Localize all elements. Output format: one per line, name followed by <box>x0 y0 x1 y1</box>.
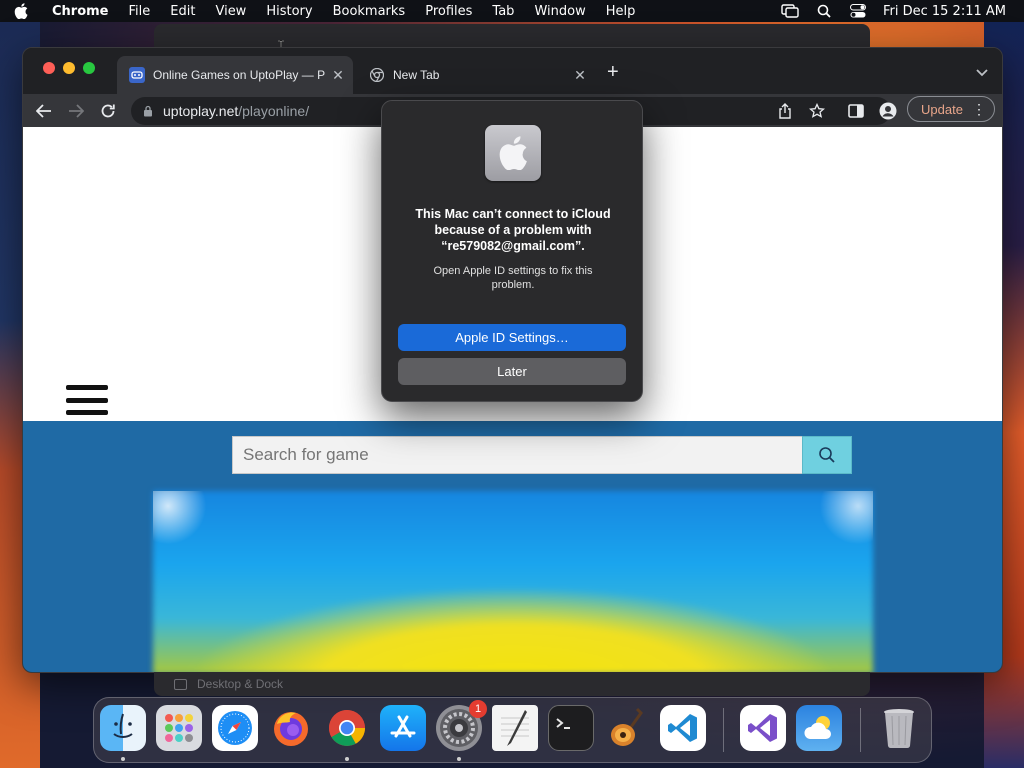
forward-button[interactable] <box>67 102 85 120</box>
textedit-icon[interactable] <box>492 705 538 751</box>
menu-app-name[interactable]: Chrome <box>52 4 109 19</box>
apple-logo-icon <box>485 125 541 181</box>
new-tab-button[interactable]: + <box>607 62 619 82</box>
safari-icon[interactable] <box>212 705 258 751</box>
launchpad-icon[interactable] <box>156 705 202 751</box>
profile-avatar-icon[interactable] <box>879 102 897 120</box>
running-indicator <box>457 757 461 761</box>
share-icon[interactable] <box>776 102 794 120</box>
weather-icon[interactable] <box>796 705 842 751</box>
bookmark-star-icon[interactable] <box>808 102 826 120</box>
background-settings-window: Desktop & Dock <box>154 672 870 696</box>
finder-icon[interactable] <box>100 705 146 751</box>
tab-strip: Online Games on UptoPlay — P ✕ New Tab ✕… <box>23 48 1002 94</box>
menu-edit[interactable]: Edit <box>170 4 195 19</box>
update-button[interactable]: Update ⋮ <box>907 96 995 122</box>
reload-button[interactable] <box>99 102 117 120</box>
dialog-message: Open Apple ID settings to fix this probl… <box>433 265 593 291</box>
dialog-title: This Mac can’t connect to iCloud because… <box>415 207 611 253</box>
running-indicator <box>345 757 349 761</box>
update-label: Update <box>921 101 963 117</box>
game-banner-image[interactable] <box>153 491 873 672</box>
search-icon <box>818 446 836 464</box>
close-tab-icon[interactable]: ✕ <box>329 67 347 84</box>
apple-id-settings-button[interactable]: Apple ID Settings… <box>398 324 626 351</box>
lock-icon[interactable] <box>143 105 153 117</box>
firefox-icon[interactable] <box>268 705 314 751</box>
tab-title: New Tab <box>393 68 440 82</box>
tab-new-tab[interactable]: New Tab ✕ <box>357 56 595 94</box>
search-button[interactable] <box>802 436 852 474</box>
sidebar-item-desktop-dock: Desktop & Dock <box>197 677 284 691</box>
menu-bar: Chrome File Edit View History Bookmarks … <box>0 0 1024 22</box>
terminal-icon[interactable] <box>548 705 594 751</box>
icloud-alert-dialog: This Mac can’t connect to iCloud because… <box>381 100 643 402</box>
visual-studio-icon[interactable] <box>740 705 786 751</box>
menu-tab[interactable]: Tab <box>492 4 514 19</box>
minimize-window-button[interactable] <box>63 62 75 74</box>
tab-title: Online Games on UptoPlay — P <box>153 68 326 82</box>
chrome-favicon-icon <box>369 67 385 83</box>
tab-uptoplay[interactable]: Online Games on UptoPlay — P ✕ <box>117 56 353 94</box>
menu-bookmarks[interactable]: Bookmarks <box>333 4 406 19</box>
screen-mirroring-icon[interactable] <box>781 4 799 18</box>
dock <box>93 697 932 763</box>
menu-history[interactable]: History <box>266 4 312 19</box>
menu-help[interactable]: Help <box>606 4 636 19</box>
chrome-icon[interactable] <box>324 705 370 751</box>
running-indicator <box>121 757 125 761</box>
game-search-input[interactable]: Search for game <box>232 436 803 474</box>
more-menu-icon[interactable]: ⋮ <box>972 101 986 118</box>
dock-separator <box>860 708 861 752</box>
hamburger-menu-icon[interactable] <box>66 385 108 415</box>
side-panel-icon[interactable] <box>847 102 865 120</box>
notification-badge: 1 <box>469 700 487 718</box>
tab-search-chevron-icon[interactable] <box>976 64 988 82</box>
url-host: uptoplay.net <box>163 103 239 119</box>
menu-view[interactable]: View <box>215 4 246 19</box>
search-placeholder: Search for game <box>243 445 369 464</box>
menu-window[interactable]: Window <box>534 4 585 19</box>
later-button[interactable]: Later <box>398 358 626 385</box>
desktop-dock-icon <box>174 678 187 690</box>
back-button[interactable] <box>35 102 53 120</box>
uptoplay-favicon-icon <box>129 67 145 83</box>
apple-menu-icon[interactable] <box>14 3 36 19</box>
control-center-icon[interactable] <box>849 4 867 18</box>
vscode-icon[interactable] <box>660 705 706 751</box>
dock-separator <box>723 708 724 752</box>
banner-glare <box>813 491 873 551</box>
garageband-icon[interactable] <box>604 705 650 751</box>
close-window-button[interactable] <box>43 62 55 74</box>
spotlight-search-icon[interactable] <box>815 4 833 18</box>
menu-clock[interactable]: Fri Dec 15 2:11 AM <box>883 4 1006 19</box>
url-path: /playonline/ <box>238 103 310 119</box>
trash-icon[interactable] <box>876 705 922 751</box>
menu-profiles[interactable]: Profiles <box>425 4 472 19</box>
zoom-window-button[interactable] <box>83 62 95 74</box>
close-tab-icon[interactable]: ✕ <box>571 67 589 84</box>
app-store-icon[interactable] <box>380 705 426 751</box>
menu-file[interactable]: File <box>129 4 151 19</box>
banner-glare <box>153 491 213 551</box>
